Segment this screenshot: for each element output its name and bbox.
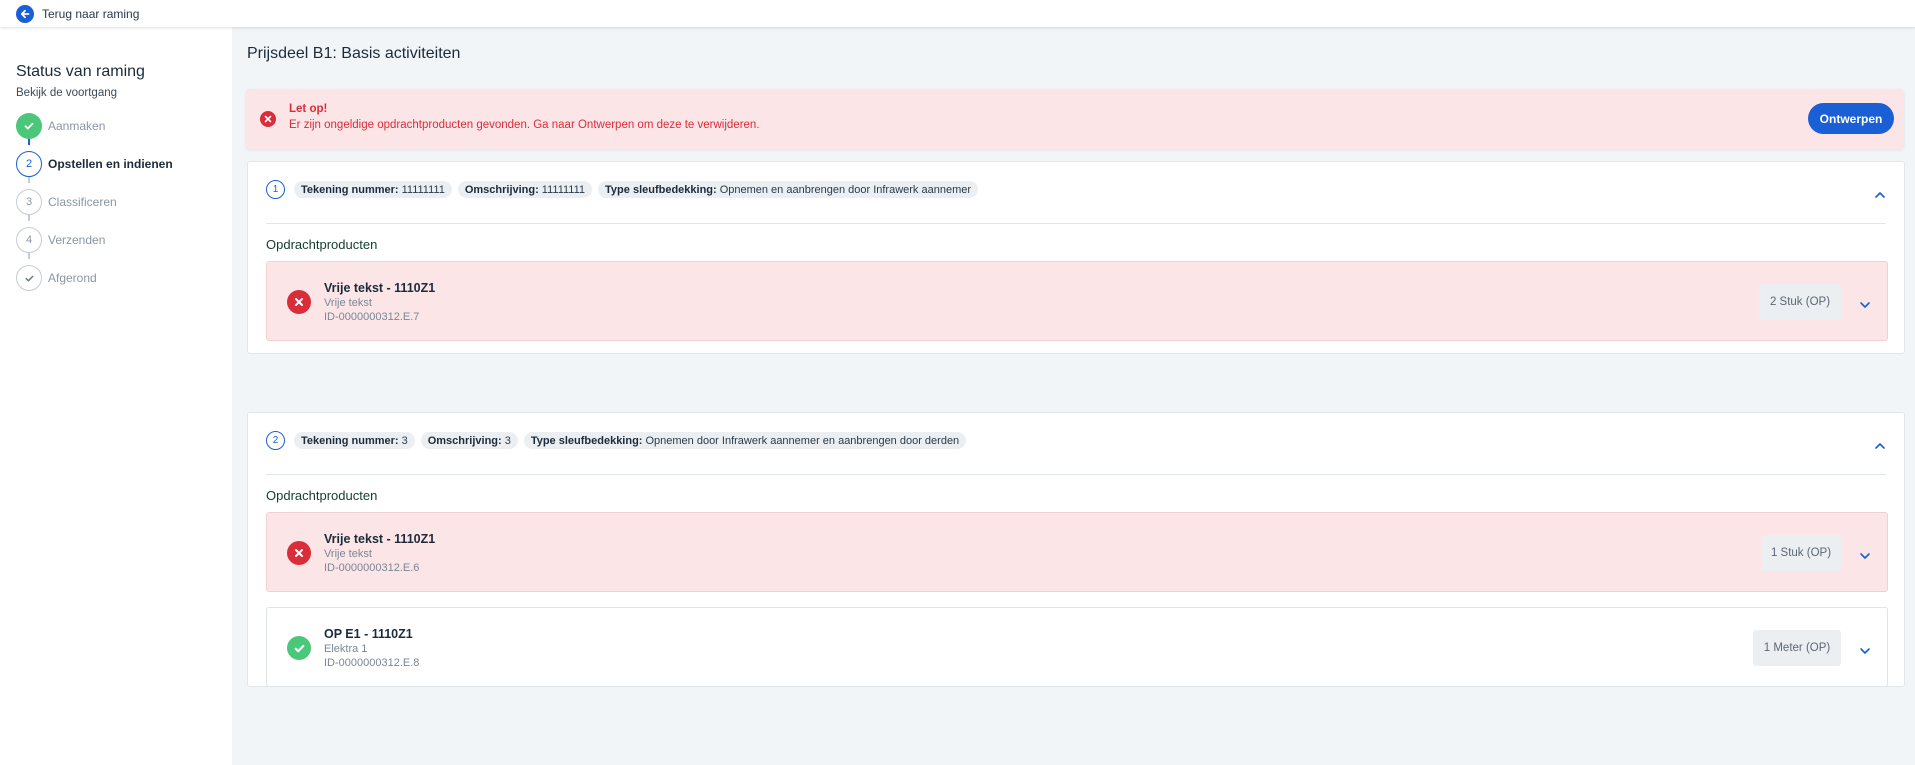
chip-value: 11111111 xyxy=(401,183,445,196)
check-icon xyxy=(16,265,42,291)
error-icon xyxy=(287,541,311,565)
chip-value: Opnemen door Infrawerk aannemer en aanbr… xyxy=(645,434,960,447)
card-header: 1 Tekening nummer: 11111111 Omschrijving:… xyxy=(266,180,979,199)
status-sidebar: Status van raming Bekijk de voortgang Aa… xyxy=(0,27,232,765)
step-number: 3 xyxy=(16,189,42,215)
step-aanmaken[interactable]: Aanmaken xyxy=(16,107,232,145)
chip-drawing-number: Tekening nummer: 11111111 xyxy=(294,181,452,198)
chip-trench-cover-type: Type sleufbedekking: Opnemen en aanbrenge… xyxy=(598,181,979,198)
ontwerpen-button[interactable]: Ontwerpen xyxy=(1808,103,1894,134)
error-icon xyxy=(287,290,311,314)
alert-title: Let op! xyxy=(289,103,328,115)
chip-description: Omschrijving: 3 xyxy=(420,432,518,449)
alert-message: Er zijn ongeldige opdrachtproducten gevo… xyxy=(289,119,760,131)
product-row[interactable]: Vrije tekst - 1110Z1 Vrije tekst ID-0000… xyxy=(266,512,1888,592)
product-row[interactable]: OP E1 - 1110Z1 Elektra 1 ID-0000000312.E… xyxy=(266,607,1888,687)
step-number: 2 xyxy=(16,151,42,177)
step-label: Verzenden xyxy=(48,233,106,247)
product-name: Vrije tekst - 1110Z1 xyxy=(324,532,436,546)
chevron-up-icon[interactable] xyxy=(1874,186,1886,204)
divider xyxy=(266,474,1886,475)
chip-trench-cover-type: Type sleufbedekking: Opnemen door Infrawe… xyxy=(523,432,967,449)
chip-value: 3 xyxy=(401,434,408,447)
product-type: Vrije tekst xyxy=(324,297,372,309)
chip-key: Omschrijving: xyxy=(464,183,539,196)
step-verzenden[interactable]: 4 Verzenden xyxy=(16,221,232,259)
step-opstellen-en-indienen[interactable]: 2 Opstellen en indienen xyxy=(16,145,232,183)
chip-key: Type sleufbedekking: xyxy=(605,183,717,196)
card-number: 2 xyxy=(266,431,285,450)
product-name: OP E1 - 1110Z1 xyxy=(324,627,413,641)
chip-value: 11111111 xyxy=(541,183,586,196)
quantity-badge: 1 Meter (OP) xyxy=(1753,630,1841,666)
step-label: Aanmaken xyxy=(48,119,106,133)
quantity-badge: 1 Stuk (OP) xyxy=(1761,535,1841,571)
product-name: Vrije tekst - 1110Z1 xyxy=(324,281,436,295)
divider xyxy=(266,223,1886,224)
chevron-down-icon[interactable] xyxy=(1859,547,1871,565)
top-bar: Terug naar raming xyxy=(0,0,1915,27)
product-id: ID-0000000312.E.6 xyxy=(324,562,420,574)
step-label: Classificeren xyxy=(48,195,117,209)
chip-key: Type sleufbedekking: xyxy=(530,434,643,447)
chip-value: Opnemen en aanbrengen door Infrawerk aan… xyxy=(719,183,972,196)
chip-value: 3 xyxy=(504,434,511,447)
chip-description: Omschrijving: 11111111 xyxy=(457,181,593,198)
close-circle-icon xyxy=(260,111,276,127)
arrow-left-icon xyxy=(16,4,34,23)
drawing-card: 2 Tekening nummer: 3 Omschrijving: 3 Type … xyxy=(247,412,1905,687)
chevron-up-icon[interactable] xyxy=(1874,437,1886,455)
chevron-down-icon[interactable] xyxy=(1859,296,1871,314)
step-number: 4 xyxy=(16,227,42,253)
quantity-badge: 2 Stuk (OP) xyxy=(1759,284,1841,320)
section-title: Opdrachtproducten xyxy=(266,237,378,252)
back-label: Terug naar raming xyxy=(42,6,140,21)
chip-key: Tekening nummer: xyxy=(301,434,399,447)
drawing-card: 1 Tekening nummer: 11111111 Omschrijving:… xyxy=(247,161,1905,354)
warning-alert: Let op! Er zijn ongeldige opdrachtproduc… xyxy=(246,89,1904,149)
progress-steps: Aanmaken 2 Opstellen en indienen 3 Class… xyxy=(16,107,232,297)
step-label: Opstellen en indienen xyxy=(48,157,173,171)
step-label: Afgerond xyxy=(48,271,97,285)
chevron-down-icon[interactable] xyxy=(1859,642,1871,660)
card-header: 2 Tekening nummer: 3 Omschrijving: 3 Type … xyxy=(266,431,967,450)
product-id: ID-0000000312.E.7 xyxy=(324,311,420,323)
product-type: Elektra 1 xyxy=(324,643,368,655)
product-id: ID-0000000312.E.8 xyxy=(324,657,420,669)
section-title: Opdrachtproducten xyxy=(266,488,378,503)
chip-key: Tekening nummer: xyxy=(301,183,399,196)
sidebar-title: Status van raming xyxy=(16,63,145,80)
back-to-estimate-button[interactable]: Terug naar raming xyxy=(16,4,140,23)
step-classificeren[interactable]: 3 Classificeren xyxy=(16,183,232,221)
check-icon xyxy=(16,113,42,139)
sidebar-subtitle: Bekijk de voortgang xyxy=(16,87,118,99)
chip-drawing-number: Tekening nummer: 3 xyxy=(294,432,415,449)
product-row[interactable]: Vrije tekst - 1110Z1 Vrije tekst ID-0000… xyxy=(266,261,1888,341)
page-title: Prijsdeel B1: Basis activiteiten xyxy=(247,45,461,62)
step-afgerond[interactable]: Afgerond xyxy=(16,259,232,297)
chip-key: Omschrijving: xyxy=(427,434,502,447)
card-number: 1 xyxy=(266,180,285,199)
main-content: Prijsdeel B1: Basis activiteiten Let op!… xyxy=(232,27,1915,765)
check-circle-icon xyxy=(287,636,311,660)
product-type: Vrije tekst xyxy=(324,548,372,560)
